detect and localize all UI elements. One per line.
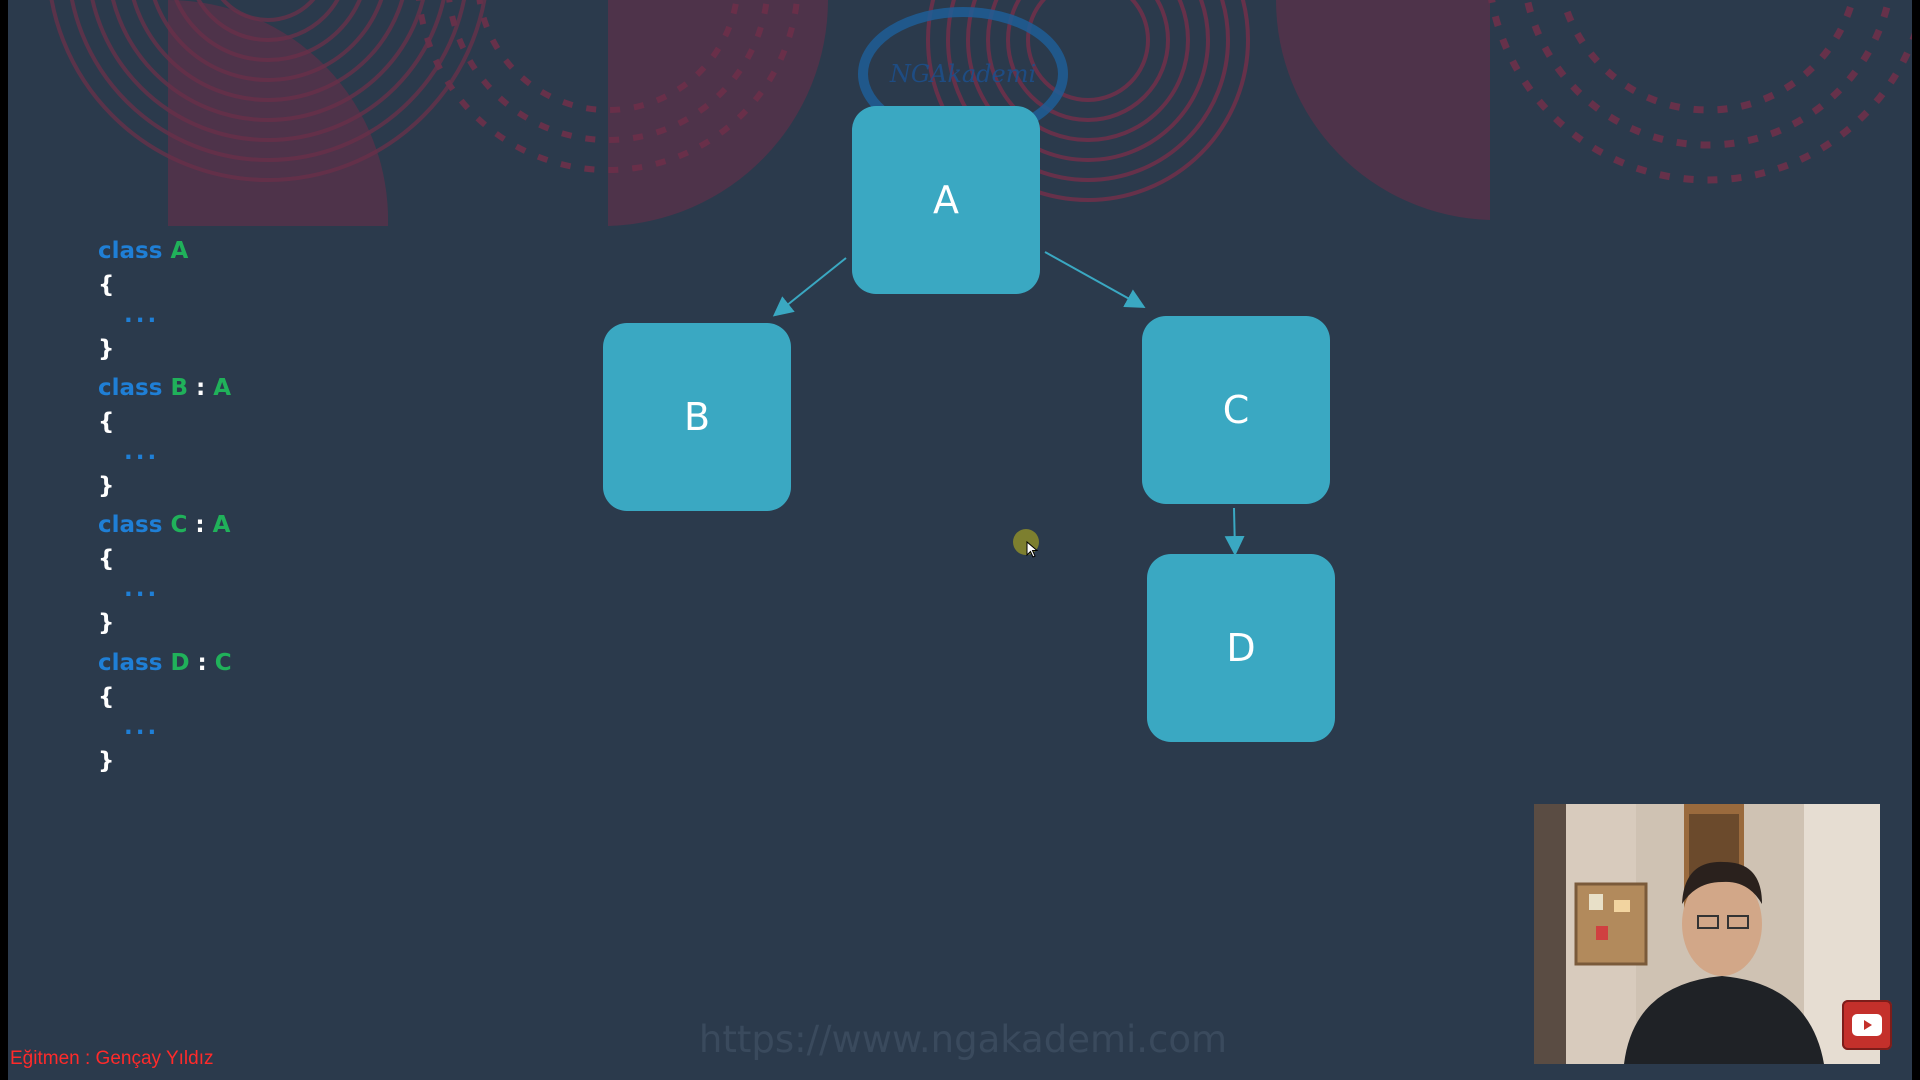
keyword: class bbox=[98, 650, 163, 676]
open-brace: { bbox=[98, 684, 115, 710]
open-brace: { bbox=[98, 546, 115, 572]
keyword: class bbox=[98, 512, 163, 538]
svg-text:NGAkademi: NGAkademi bbox=[889, 60, 1036, 88]
close-brace: } bbox=[98, 473, 115, 499]
inheritance-colon: : bbox=[195, 512, 205, 538]
body-ellipsis: ... bbox=[124, 714, 160, 740]
class-name: B bbox=[170, 375, 188, 401]
close-brace: } bbox=[98, 748, 115, 774]
class-declaration: class A bbox=[98, 238, 188, 264]
base-class-name: A bbox=[212, 512, 231, 538]
class-name: D bbox=[170, 650, 190, 676]
body-ellipsis: ... bbox=[124, 576, 160, 602]
close-brace: } bbox=[98, 336, 115, 362]
website-watermark: https://www.ngakademi.com bbox=[698, 1018, 1228, 1061]
node-b: B bbox=[603, 323, 791, 511]
keyword: class bbox=[98, 238, 163, 264]
keyword: class bbox=[98, 375, 163, 401]
class-name: A bbox=[170, 238, 189, 264]
body-ellipsis: ... bbox=[124, 439, 160, 465]
class-declaration: class B : A bbox=[98, 375, 231, 401]
class-name: C bbox=[170, 512, 188, 538]
class-declaration: class C : A bbox=[98, 512, 230, 538]
arrow-c-to-d bbox=[1224, 507, 1245, 556]
instructor-webcam bbox=[1534, 804, 1880, 1064]
open-brace: { bbox=[98, 409, 115, 435]
inheritance-colon: : bbox=[197, 650, 207, 676]
mouse-pointer-icon bbox=[1013, 529, 1039, 558]
arrow-a-to-b bbox=[772, 257, 847, 317]
close-brace: } bbox=[98, 610, 115, 636]
open-brace: { bbox=[98, 272, 115, 298]
slide: NGAkademi class A { ... } class B : A { … bbox=[8, 0, 1912, 1080]
node-c: C bbox=[1142, 316, 1330, 504]
body-ellipsis: ... bbox=[124, 302, 160, 328]
class-declaration: class D : C bbox=[98, 650, 232, 676]
youtube-play-button[interactable] bbox=[1842, 1000, 1892, 1050]
arrow-a-to-c bbox=[1044, 251, 1146, 308]
node-a: A bbox=[852, 106, 1040, 294]
inheritance-colon: : bbox=[195, 375, 206, 401]
base-class-name: A bbox=[213, 375, 232, 401]
node-d: D bbox=[1147, 554, 1335, 742]
instructor-label: Eğitmen : Gençay Yıldız bbox=[10, 1048, 214, 1069]
base-class-name: C bbox=[214, 650, 232, 676]
youtube-play-icon bbox=[1852, 1014, 1882, 1036]
